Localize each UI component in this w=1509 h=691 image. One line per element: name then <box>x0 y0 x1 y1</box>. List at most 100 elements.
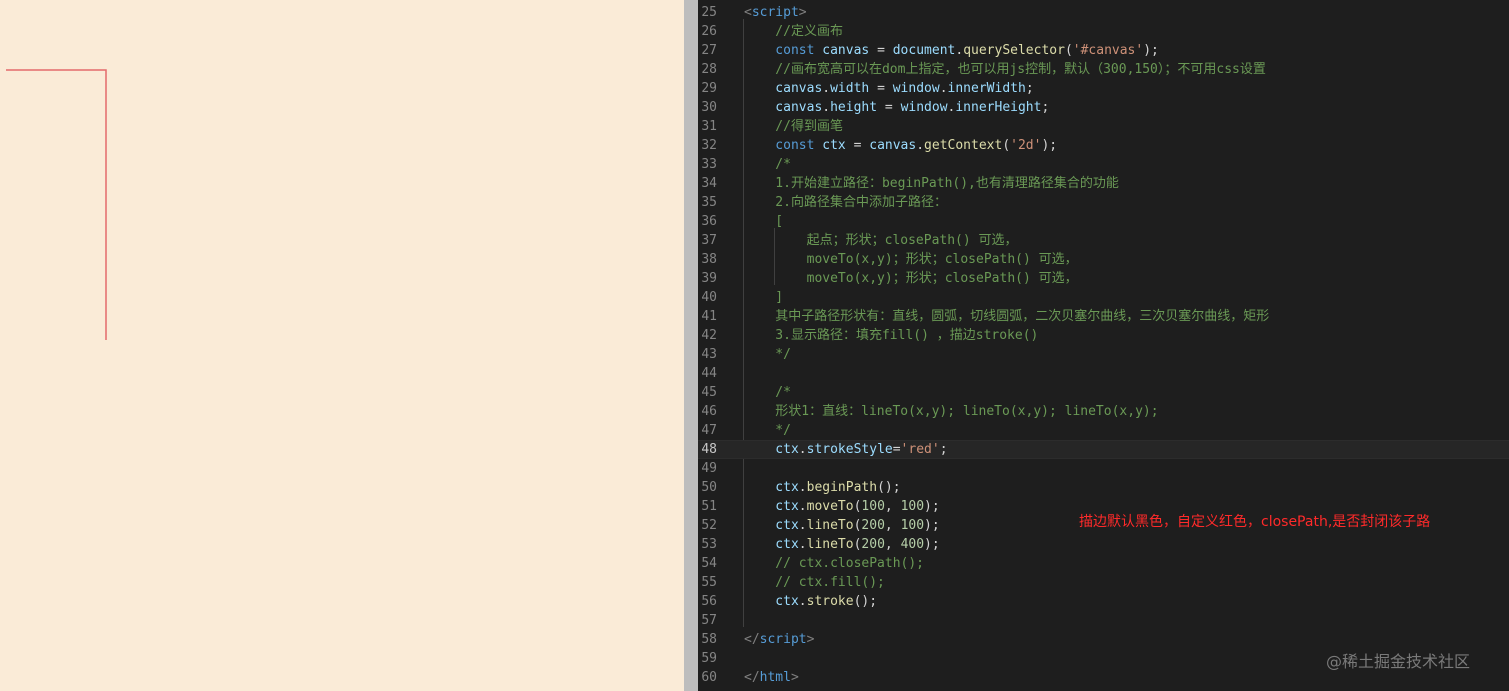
line-number: 60 <box>701 670 717 685</box>
line-number: 48 <box>701 442 717 457</box>
code-token: . <box>798 480 807 495</box>
code-line[interactable]: 31 //得到画笔 <box>698 117 1509 136</box>
code-token: strokeStyle <box>806 442 893 457</box>
line-number: 43 <box>701 347 717 362</box>
code-text: ctx.strokeStyle='red'; <box>744 441 948 458</box>
code-line[interactable]: 33 /* <box>698 155 1509 174</box>
code-line[interactable]: 26 //定义画布 <box>698 22 1509 41</box>
code-token: 200 <box>861 537 885 552</box>
code-editor[interactable]: 25 < script > 26 //定义画布 27 const canvas = doc… <box>698 0 1509 691</box>
code-line[interactable]: 46 形状1：直线：lineTo(x,y); lineTo(x,y); line… <box>698 402 1509 421</box>
code-line[interactable]: 36 [ <box>698 212 1509 231</box>
code-line[interactable]: 47 */ <box>698 421 1509 440</box>
code-token: 100 <box>900 499 925 514</box>
code-line[interactable]: 29 canvas.width = window.innerWidth; <box>698 79 1509 98</box>
code-token: ( <box>1064 43 1073 58</box>
code-text: </html> <box>744 668 799 687</box>
code-line[interactable]: 34 1.开始建立路径：beginPath(),也有清理路径集合的功能 <box>698 174 1509 193</box>
code-token: ctx <box>744 537 799 552</box>
code-token: canvas <box>822 43 870 58</box>
code-text: 2.向路径集合中添加子路径： <box>744 193 947 212</box>
code-line[interactable]: 45 /* <box>698 383 1509 402</box>
code-line[interactable]: 37 起点；形状；closePath() 可选， <box>698 231 1509 250</box>
code-token: ; <box>939 442 948 457</box>
code-token: 400 <box>900 537 925 552</box>
code-line[interactable]: 39 moveTo(x,y)；形状；closePath() 可选， <box>698 269 1509 288</box>
code-token: = <box>869 81 893 96</box>
code-token: < <box>744 5 752 20</box>
code-line[interactable]: 30 canvas.height = window.innerHeight; <box>698 98 1509 117</box>
code-token: 其中子路径形状有：直线，圆弧，切线圆弧，二次贝塞尔曲线，三次贝塞尔曲线，矩形 <box>744 309 1270 324</box>
code-token: width <box>830 81 870 96</box>
code-text: ctx.stroke(); <box>744 592 877 611</box>
line-number: 59 <box>701 651 717 666</box>
code-token: script <box>759 632 807 647</box>
code-line[interactable]: 28 //画布宽高可以在dom上指定，也可以用js控制，默认（300,150）；… <box>698 60 1509 79</box>
code-token: 3.显示路径：填充fill() ，描边stroke() <box>744 328 1039 343</box>
watermark: @稀土掘金技术社区 <box>1326 652 1471 671</box>
line-number: 57 <box>701 613 717 628</box>
code-line[interactable]: 40 ] <box>698 288 1509 307</box>
code-token: stroke <box>806 594 854 609</box>
canvas-drawing <box>6 69 107 340</box>
code-token: . <box>822 81 831 96</box>
code-token: ctx <box>744 518 799 533</box>
line-number: 54 <box>701 556 717 571</box>
code-token: . <box>798 499 807 514</box>
code-token: 1.开始建立路径：beginPath(),也有清理路径集合的功能 <box>744 176 1119 191</box>
code-text: 其中子路径形状有：直线，圆弧，切线圆弧，二次贝塞尔曲线，三次贝塞尔曲线，矩形 <box>744 307 1269 326</box>
code-token: lineTo <box>806 537 854 552</box>
code-line[interactable]: 55 // ctx.fill(); <box>698 573 1509 592</box>
code-token: const <box>744 43 823 58</box>
annotation-note: 描边默认黑色，自定义红色，closePath,是否封闭该子路 <box>1079 514 1431 530</box>
code-line[interactable]: 56 ctx.stroke(); <box>698 592 1509 611</box>
code-line[interactable]: 50 ctx.beginPath(); <box>698 478 1509 497</box>
line-number: 28 <box>701 62 717 77</box>
line-number: 46 <box>701 404 717 419</box>
code-text: */ <box>744 421 791 440</box>
code-line[interactable]: 35 2.向路径集合中添加子路径： <box>698 193 1509 212</box>
code-line[interactable]: 41 其中子路径形状有：直线，圆弧，切线圆弧，二次贝塞尔曲线，三次贝塞尔曲线，矩… <box>698 307 1509 326</box>
line-number: 37 <box>701 233 717 248</box>
code-line[interactable]: 54 // ctx.closePath(); <box>698 554 1509 573</box>
code-token: moveTo <box>806 499 854 514</box>
code-line[interactable]: 38 moveTo(x,y)；形状；closePath() 可选， <box>698 250 1509 269</box>
code-text: /* <box>744 155 791 174</box>
code-line[interactable]: 49 <box>698 459 1509 478</box>
code-token: > <box>790 670 799 685</box>
code-text: ctx.lineTo(200, 100); <box>744 516 939 535</box>
code-text: canvas.height = window.innerHeight; <box>744 98 1049 117</box>
code-line[interactable]: 25 <script> <box>698 3 1509 22</box>
code-token: getContext <box>924 138 1003 153</box>
line-number: 25 <box>701 5 717 20</box>
code-token: , <box>884 518 901 533</box>
line-number: 32 <box>701 138 717 153</box>
code-text: moveTo(x,y)；形状；closePath() 可选， <box>744 269 1078 288</box>
line-number: 31 <box>701 119 717 134</box>
code-line[interactable]: 44 <box>698 364 1509 383</box>
code-token: canvas <box>869 138 917 153</box>
line-number: 42 <box>701 328 717 343</box>
line-number: 53 <box>701 537 717 552</box>
code-token: ctx <box>822 138 846 153</box>
code-text: 3.显示路径：填充fill() ，描边stroke() <box>744 326 1038 345</box>
code-token: 2.向路径集合中添加子路径： <box>744 195 947 210</box>
code-line[interactable]: 43 */ <box>698 345 1509 364</box>
code-token: ); <box>1041 138 1058 153</box>
code-line[interactable]: 42 3.显示路径：填充fill() ，描边stroke() <box>698 326 1509 345</box>
code-line[interactable]: 58 </script> <box>698 630 1509 649</box>
line-number: 35 <box>701 195 717 210</box>
code-token: beginPath <box>806 480 878 495</box>
line-number: 34 <box>701 176 717 191</box>
code-line[interactable]: 48 ctx.strokeStyle='red'; <box>698 440 1509 459</box>
code-token: '2d' <box>1010 138 1042 153</box>
code-token: . <box>822 100 831 115</box>
code-line[interactable]: 53 ctx.lineTo(200, 400); <box>698 535 1509 554</box>
code-token: //得到画笔 <box>744 119 843 134</box>
code-line[interactable]: 32 const ctx = canvas.getContext('2d'); <box>698 136 1509 155</box>
code-line[interactable]: 27 const canvas = document.querySelector… <box>698 41 1509 60</box>
code-token: /* <box>744 385 791 400</box>
pane-splitter[interactable] <box>684 0 698 691</box>
line-number: 26 <box>701 24 717 39</box>
code-line[interactable]: 57 <box>698 611 1509 630</box>
